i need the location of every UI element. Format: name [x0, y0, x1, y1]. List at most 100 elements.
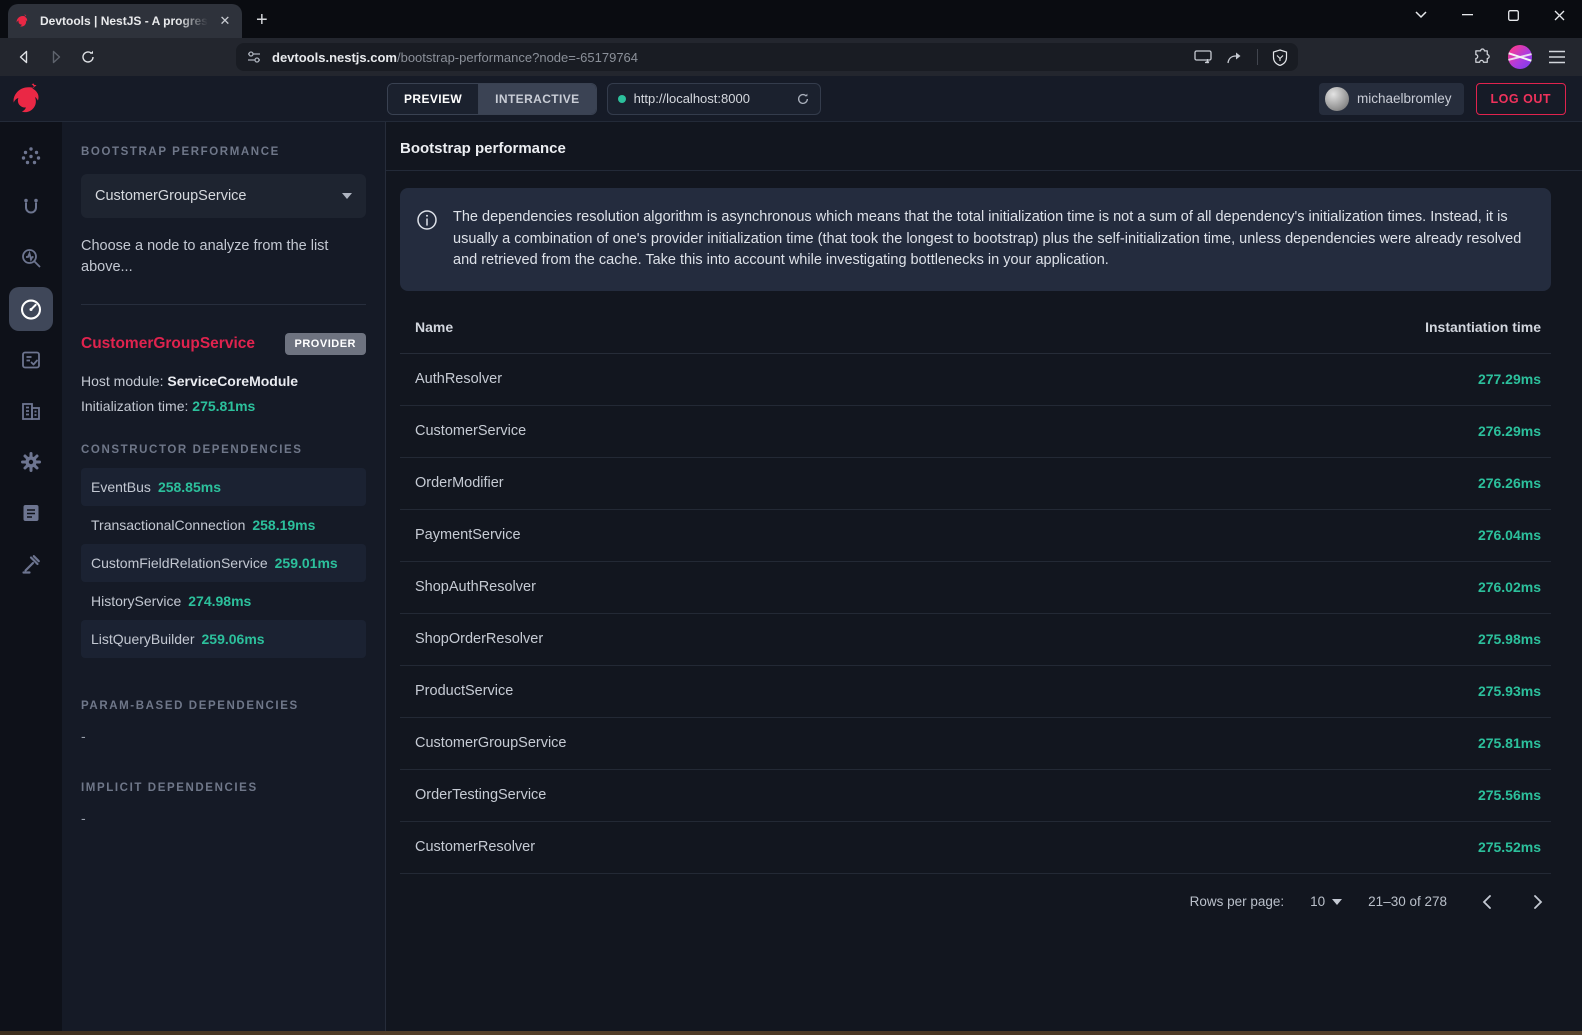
sidebar-item-inspect[interactable]	[9, 236, 53, 280]
table-row[interactable]: ShopAuthResolver276.02ms	[400, 561, 1551, 613]
info-icon	[416, 209, 438, 272]
target-url-input[interactable]: http://localhost:8000	[607, 83, 821, 115]
table-row[interactable]: PaymentService276.04ms	[400, 509, 1551, 561]
constructor-deps-list: EventBus258.85ms TransactionalConnection…	[81, 468, 366, 658]
main-content: Bootstrap performance The dependencies r…	[386, 122, 1582, 1031]
new-tab-button[interactable]: +	[256, 9, 268, 32]
url-text[interactable]: devtools.nestjs.com/bootstrap-performanc…	[272, 50, 1184, 65]
menu-icon[interactable]	[1548, 50, 1566, 64]
audit-icon	[19, 348, 43, 372]
table-row[interactable]: CustomerService276.29ms	[400, 405, 1551, 457]
bootstrap-panel: BOOTSTRAP PERFORMANCE CustomerGroupServi…	[62, 122, 386, 1031]
sidebar-item-modules[interactable]	[9, 389, 53, 433]
dep-item[interactable]: HistoryService274.98ms	[81, 582, 366, 620]
constructor-deps-title: CONSTRUCTOR DEPENDENCIES	[81, 444, 366, 456]
sidebar-item-routes[interactable]	[9, 185, 53, 229]
window-close-button[interactable]	[1536, 0, 1582, 30]
rows-per-page-label: Rows per page:	[1190, 894, 1285, 909]
tab-title: Devtools | NestJS - A progressive	[40, 14, 208, 28]
dep-item[interactable]: ListQueryBuilder259.06ms	[81, 620, 366, 658]
interactive-tab[interactable]: INTERACTIVE	[478, 84, 595, 114]
node-select-value: CustomerGroupService	[95, 188, 247, 204]
table-row[interactable]: OrderTestingService275.56ms	[400, 769, 1551, 821]
table-row[interactable]: CustomerResolver275.52ms	[400, 821, 1551, 873]
table-row[interactable]: ProductService275.93ms	[400, 665, 1551, 717]
favicon-nestjs-icon	[16, 13, 32, 29]
reload-button[interactable]	[74, 43, 102, 71]
next-page-button[interactable]	[1525, 889, 1551, 915]
modules-icon	[19, 399, 43, 423]
tab-search-icon[interactable]	[1398, 0, 1444, 30]
sidebar-item-settings[interactable]	[9, 440, 53, 484]
window-maximize-button[interactable]	[1490, 0, 1536, 30]
sidebar-item-graph[interactable]	[9, 134, 53, 178]
divider	[81, 304, 366, 305]
forward-button[interactable]	[42, 43, 70, 71]
panel-title: BOOTSTRAP PERFORMANCE	[81, 146, 366, 158]
share-icon[interactable]	[1226, 50, 1243, 65]
browser-profile-avatar[interactable]	[1508, 45, 1532, 69]
table-row[interactable]: AuthResolver277.29ms	[400, 353, 1551, 405]
tab-close-icon[interactable]: ✕	[216, 12, 234, 30]
previous-page-button[interactable]	[1473, 889, 1499, 915]
table-header-row: Name Instantiation time	[400, 301, 1551, 354]
table-row[interactable]: OrderModifier276.26ms	[400, 457, 1551, 509]
divider	[1257, 49, 1258, 65]
devtools-app: PREVIEW INTERACTIVE http://localhost:800…	[0, 76, 1582, 1031]
target-url-value: http://localhost:8000	[634, 91, 788, 106]
column-name: Name	[400, 301, 1040, 354]
inspect-icon	[19, 246, 43, 270]
page-title: Bootstrap performance	[386, 140, 1582, 171]
browser-tab[interactable]: Devtools | NestJS - A progressive ✕	[8, 4, 242, 38]
rows-per-page-select[interactable]: 10	[1310, 894, 1342, 909]
implicit-deps-empty: -	[81, 810, 366, 826]
table-row[interactable]: ShopOrderResolver275.98ms	[400, 613, 1551, 665]
implicit-deps-title: IMPLICIT DEPENDENCIES	[81, 782, 366, 794]
address-bar[interactable]: devtools.nestjs.com/bootstrap-performanc…	[236, 43, 1298, 71]
docs-icon	[19, 501, 43, 525]
node-select[interactable]: CustomerGroupService	[81, 174, 366, 218]
settings-icon	[19, 450, 43, 474]
column-instantiation-time: Instantiation time	[1040, 301, 1551, 354]
performance-icon	[18, 296, 44, 322]
selected-node-name: CustomerGroupService	[81, 335, 255, 353]
routes-icon	[19, 195, 43, 219]
table-row[interactable]: CustomerGroupService275.81ms	[400, 717, 1551, 769]
host-module-value: ServiceCoreModule	[167, 373, 298, 389]
desktop-edge-strip	[0, 1031, 1582, 1035]
nestjs-logo-icon[interactable]	[12, 80, 50, 118]
pagination: Rows per page: 10 21–30 of 278	[400, 889, 1551, 915]
back-button[interactable]	[10, 43, 38, 71]
browser-tabbar: Devtools | NestJS - A progressive ✕ +	[0, 0, 1582, 38]
status-dot	[618, 95, 626, 103]
sidebar-item-tools[interactable]	[9, 542, 53, 586]
url-domain: devtools.nestjs.com	[272, 50, 397, 65]
dep-item[interactable]: EventBus258.85ms	[81, 468, 366, 506]
extensions-icon[interactable]	[1473, 48, 1492, 67]
graph-icon	[19, 144, 43, 168]
init-time-row: Initialization time: 275.81ms	[81, 398, 366, 414]
init-time-value: 275.81ms	[192, 398, 255, 414]
sidebar-item-docs[interactable]	[9, 491, 53, 535]
user-menu[interactable]: michaelbromley	[1319, 83, 1464, 115]
dep-item[interactable]: CustomFieldRelationService259.01ms	[81, 544, 366, 582]
sidebar-item-performance[interactable]	[9, 287, 53, 331]
avatar	[1325, 87, 1349, 111]
sidebar-item-audit[interactable]	[9, 338, 53, 382]
cast-icon[interactable]	[1194, 50, 1212, 64]
chevron-down-icon	[1332, 899, 1342, 905]
dep-item[interactable]: TransactionalConnection258.19ms	[81, 506, 366, 544]
preview-tab[interactable]: PREVIEW	[388, 84, 478, 114]
node-hint: Choose a node to analyze from the list a…	[81, 236, 331, 278]
site-settings-icon[interactable]	[246, 50, 262, 64]
info-banner: The dependencies resolution algorithm is…	[400, 188, 1551, 291]
host-module-row: Host module: ServiceCoreModule	[81, 373, 366, 389]
url-path: /bootstrap-performance?node=-65179764	[397, 50, 638, 65]
browser-toolbar: devtools.nestjs.com/bootstrap-performanc…	[0, 38, 1582, 76]
sidebar-rail	[0, 122, 62, 1031]
brave-shield-icon[interactable]	[1272, 49, 1288, 66]
performance-table: Name Instantiation time AuthResolver277.…	[400, 301, 1551, 874]
window-minimize-button[interactable]	[1444, 0, 1490, 30]
refresh-icon[interactable]	[796, 92, 810, 106]
logout-button[interactable]: LOG OUT	[1476, 83, 1566, 115]
